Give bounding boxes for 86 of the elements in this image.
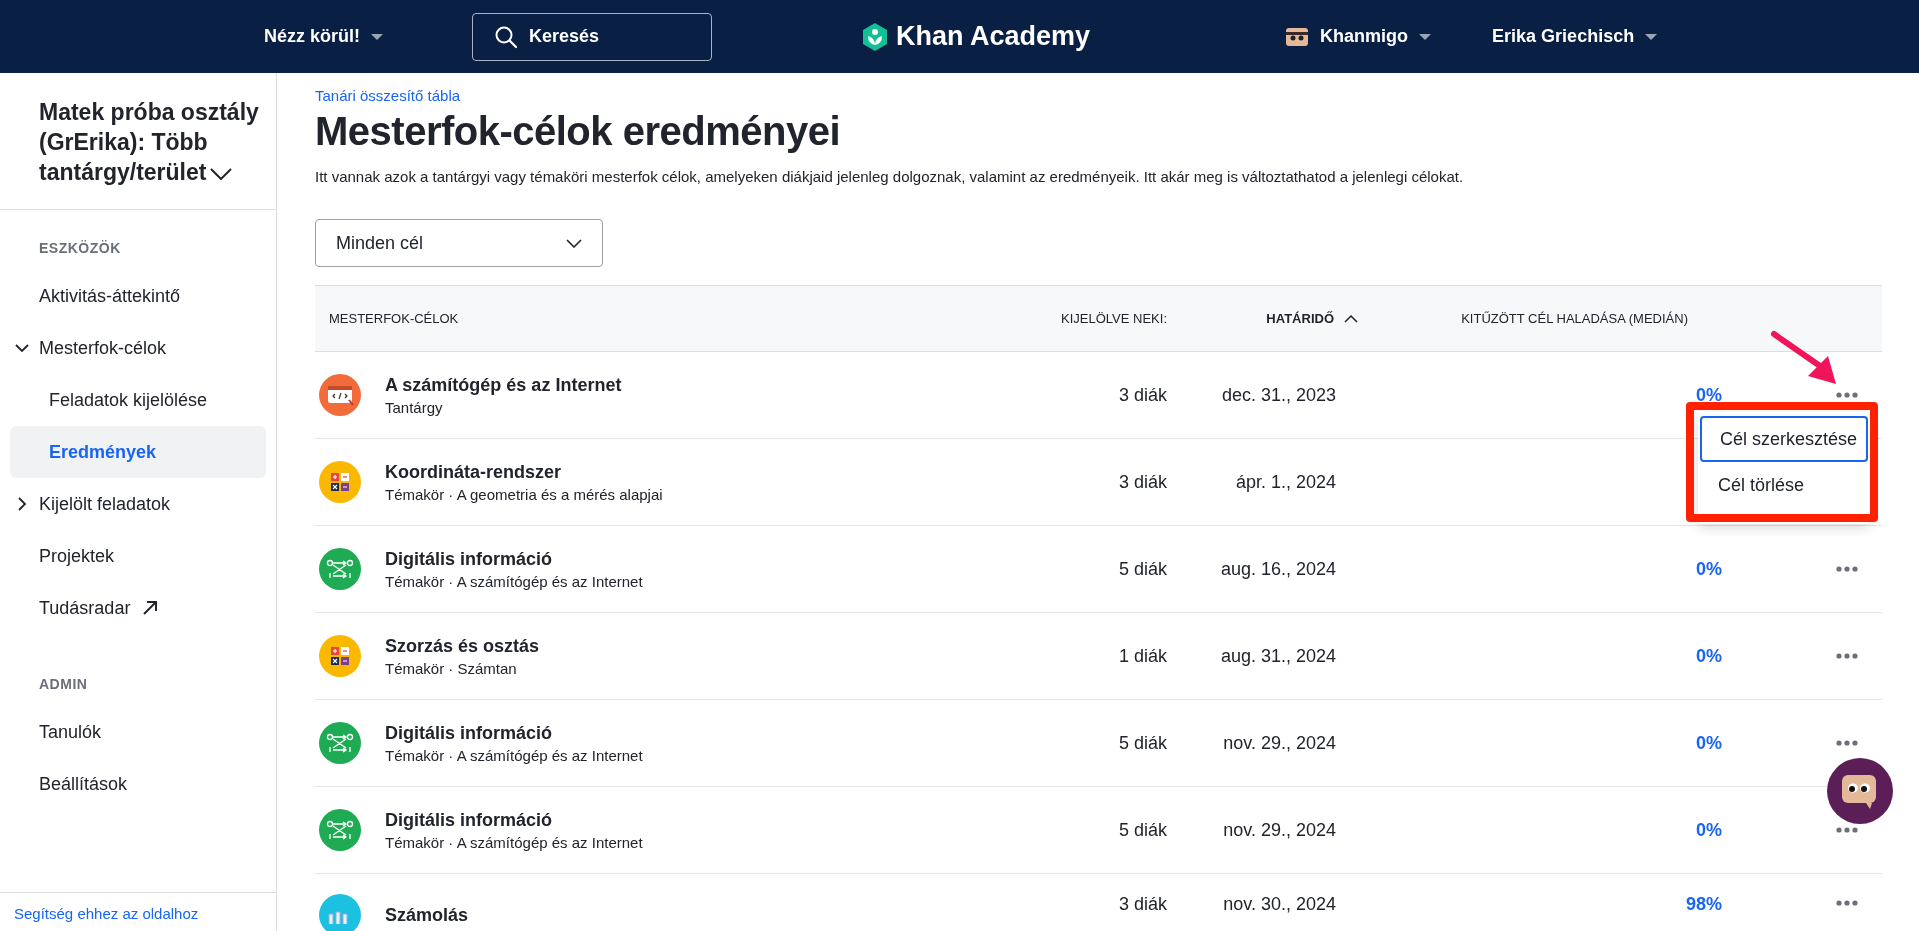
breadcrumb-link[interactable]: Tanári összesítő tábla (315, 87, 461, 104)
caret-icon (1418, 32, 1433, 41)
more-dots-icon (1836, 827, 1858, 833)
goal-subtitle: Témakör · A számítógép és az Internet (385, 572, 643, 590)
class-selector[interactable]: Matek próba osztály (GrErika): Több tantárgy/terület (39, 97, 270, 187)
progress-value[interactable]: 0% (1696, 819, 1722, 841)
page-title: Mesterfok-célok eredményei (315, 109, 841, 154)
progress-value[interactable]: 98% (1685, 894, 1722, 915)
leaf-logo-icon (862, 22, 888, 51)
topic-icon (319, 722, 361, 764)
assigned-count: 5 diák (1117, 558, 1167, 580)
nav-item[interactable]: Feladatok kijelölése (10, 374, 266, 426)
chevron-right-icon (15, 497, 29, 511)
column-header[interactable]: KITŰZÖTT CÉL HALADÁSA (MEDIÁN) (1386, 311, 1722, 326)
due-date: aug. 31., 2024 (1219, 645, 1337, 667)
page-description: Itt vannak azok a tantárgyi vagy témaköri mesterfok célok, amelyeken diákjaid jelenleg dolgoznak, valamint az eredményeik. Itt akár meg is változtathatod a jelenlegi célokat. (315, 168, 1464, 185)
assigned-count: 1 diák (1117, 645, 1167, 667)
section-heading: ADMIN (38, 675, 89, 694)
nav-item[interactable]: Tudásradar (10, 582, 266, 634)
explore-menu-button[interactable]: Nézz körül! (264, 26, 384, 47)
progress-value[interactable]: 0% (1696, 645, 1722, 667)
goal-subtitle: Témakör · A számítógép és az Internet (385, 833, 643, 851)
goal-filter-dropdown[interactable]: Minden cél (315, 219, 603, 267)
goal-title: Számolás (385, 904, 469, 926)
goal-title: Szorzás és osztás (385, 635, 540, 657)
nav-item[interactable]: Mesterfok-célok (10, 322, 266, 374)
goal-title: A számítógép és az Internet (385, 374, 622, 396)
column-header[interactable]: HATÁRIDŐ (1167, 311, 1386, 326)
goal-title: Digitális információ (385, 809, 554, 831)
search-field[interactable]: Keresés (472, 12, 712, 61)
external-arrow-icon (142, 600, 159, 616)
search-icon (494, 24, 518, 49)
nav-item[interactable]: Aktivitás-áttekintő (10, 270, 266, 322)
topic-icon (319, 461, 361, 503)
due-date: aug. 16., 2024 (1219, 558, 1337, 580)
more-dots-icon (1836, 900, 1858, 906)
more-dots-icon (1836, 740, 1858, 746)
topic-icon (319, 635, 361, 677)
section-heading: ESZKÖZÖK (38, 239, 122, 258)
menu-item[interactable]: Cél szerkesztése (1700, 416, 1868, 462)
goal-title: Koordináta-rendszer (385, 461, 563, 483)
caret-icon (1644, 32, 1659, 41)
assigned-count: 3 diák (1117, 384, 1167, 406)
progress-value[interactable]: 0% (1696, 384, 1722, 406)
goal-subtitle: Témakör · A geometria és a mérés alapjai (385, 485, 663, 503)
chevron-down-icon (210, 167, 233, 180)
column-header[interactable]: KIJELÖLVE NEKI: (970, 311, 1167, 326)
nav-item[interactable]: Projektek (10, 530, 266, 582)
goal-subtitle: Témakör · Számtan (385, 659, 518, 677)
chevron-down-icon (566, 238, 582, 248)
caret-icon (370, 32, 384, 41)
nav-item[interactable]: Eredmények (10, 426, 266, 478)
topic-icon (319, 548, 361, 590)
menu-item[interactable]: Cél törlése (1700, 462, 1868, 508)
goal-title: Digitális információ (385, 722, 554, 744)
due-date: ápr. 1., 2024 (1234, 471, 1337, 493)
progress-value[interactable]: 0% (1696, 558, 1722, 580)
robot-face-icon (1286, 27, 1309, 46)
progress-value[interactable]: 0% (1696, 732, 1722, 754)
due-date: nov. 30., 2024 (1222, 894, 1337, 915)
assigned-count: 5 diák (1117, 732, 1167, 754)
khanmigo-menu-button[interactable]: Khanmigo (1286, 26, 1433, 47)
topic-icon (319, 374, 361, 416)
sort-up-icon (1344, 314, 1358, 323)
goal-title: Digitális információ (385, 548, 554, 570)
due-date: nov. 29., 2024 (1222, 732, 1337, 754)
assigned-count: 5 diák (1117, 819, 1167, 841)
due-date: dec. 31., 2023 (1220, 384, 1337, 406)
goal-subtitle: Témakör · A számítógép és az Internet (385, 746, 643, 764)
topic-icon (319, 894, 361, 931)
assigned-count: 3 diák (1117, 471, 1167, 493)
due-date: nov. 29., 2024 (1222, 819, 1337, 841)
user-menu-button[interactable]: Erika Griechisch (1492, 26, 1659, 47)
topic-icon (319, 809, 361, 851)
column-header[interactable]: MESTERFOK-CÉLOK (315, 311, 970, 326)
nav-item[interactable]: Kijelölt feladatok (10, 478, 266, 530)
nav-item[interactable]: Tanulók (10, 706, 266, 758)
goal-subtitle: Tantárgy (385, 398, 444, 416)
assigned-count: 3 diák (1117, 894, 1167, 915)
more-dots-icon (1836, 566, 1858, 572)
nav-item[interactable]: Beállítások (10, 758, 266, 810)
chevron-down-icon (15, 341, 29, 355)
more-dots-icon (1836, 653, 1858, 659)
help-link[interactable]: Segítség ehhez az oldalhoz (14, 905, 199, 922)
more-dots-icon (1836, 392, 1858, 398)
logo-text: Khan Academy (896, 21, 1091, 52)
